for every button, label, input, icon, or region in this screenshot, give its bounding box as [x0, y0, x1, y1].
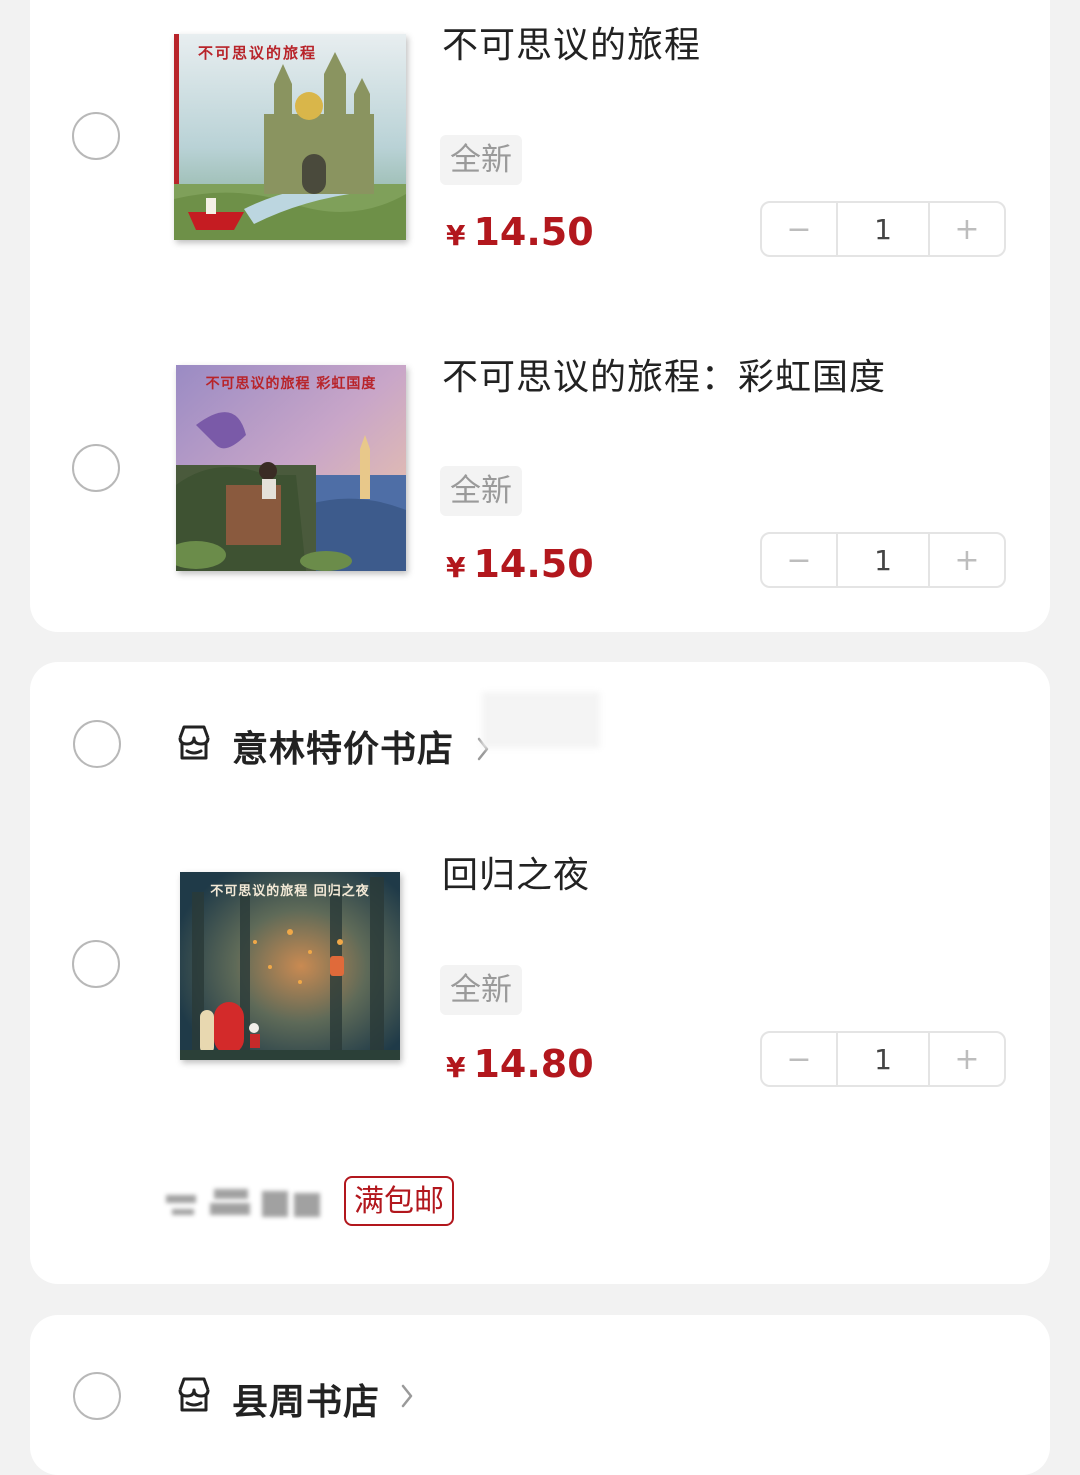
store-icon [178, 725, 210, 760]
quantity-stepper: − 1 + [760, 1031, 1006, 1087]
book-cover-image[interactable]: 不可思议的旅程 回归之夜 [180, 872, 400, 1060]
quantity-input[interactable]: 1 [836, 534, 930, 586]
currency-symbol: ¥ [446, 551, 466, 584]
book-title[interactable]: 回归之夜 [442, 846, 590, 898]
store-card: 意林特价书店 不可思议的旅程 回归之夜 回归之夜 全新 ¥ 14.80 − 1 … [30, 662, 1050, 1284]
currency-symbol: ¥ [446, 1051, 466, 1084]
book-cover-title: 不可思议的旅程 [198, 44, 318, 62]
item-select-radio[interactable] [72, 940, 120, 988]
quantity-input[interactable]: 1 [836, 203, 930, 255]
price-amount: 14.50 [473, 542, 594, 586]
chevron-right-icon[interactable] [400, 1383, 414, 1409]
redacted-promo-text [166, 1187, 324, 1223]
store-select-radio[interactable] [73, 720, 121, 768]
price-amount: 14.50 [473, 210, 594, 254]
book-title[interactable]: 不可思议的旅程 [442, 16, 701, 68]
book-title[interactable]: 不可思议的旅程：彩虹国度 [442, 348, 886, 400]
store-card: 不可思议的旅程 不可思议的旅程 全新 ¥14.50 − 1 + 不可思议的旅程 … [30, 0, 1050, 632]
item-price: ¥14.50 [446, 542, 594, 586]
redacted-area [482, 692, 600, 748]
condition-tag: 全新 [440, 965, 522, 1015]
decrease-quantity-button[interactable]: − [762, 1033, 836, 1085]
book-cover-art [180, 872, 400, 1060]
decrease-quantity-button[interactable]: − [762, 203, 836, 255]
book-cover-title: 不可思议的旅程 彩虹国度 [205, 376, 377, 392]
item-price: ¥14.50 [446, 210, 594, 254]
store-name[interactable]: 意林特价书店 [232, 720, 454, 772]
store-name[interactable]: 县周书店 [232, 1373, 380, 1425]
book-cover-art [176, 365, 406, 571]
quantity-stepper: − 1 + [760, 532, 1006, 588]
increase-quantity-button[interactable]: + [930, 1033, 1004, 1085]
increase-quantity-button[interactable]: + [930, 203, 1004, 255]
quantity-input[interactable]: 1 [836, 1033, 930, 1085]
condition-tag: 全新 [440, 135, 522, 185]
item-select-radio[interactable] [72, 112, 120, 160]
store-card: 县周书店 [30, 1315, 1050, 1475]
decrease-quantity-button[interactable]: − [762, 534, 836, 586]
book-cover-image[interactable]: 不可思议的旅程 彩虹国度 [176, 365, 406, 571]
increase-quantity-button[interactable]: + [930, 534, 1004, 586]
store-select-radio[interactable] [73, 1372, 121, 1420]
store-icon [178, 1377, 210, 1412]
condition-tag: 全新 [440, 466, 522, 516]
item-select-radio[interactable] [72, 444, 120, 492]
book-cover-image[interactable]: 不可思议的旅程 [174, 34, 406, 240]
currency-symbol: ¥ [446, 219, 466, 252]
item-price: ¥14.80 [446, 1042, 594, 1086]
book-cover-art [174, 34, 406, 240]
price-amount: 14.80 [473, 1042, 594, 1086]
free-shipping-badge: 满包邮 [344, 1176, 454, 1226]
book-cover-title: 不可思议的旅程 回归之夜 [210, 884, 370, 899]
quantity-stepper: − 1 + [760, 201, 1006, 257]
